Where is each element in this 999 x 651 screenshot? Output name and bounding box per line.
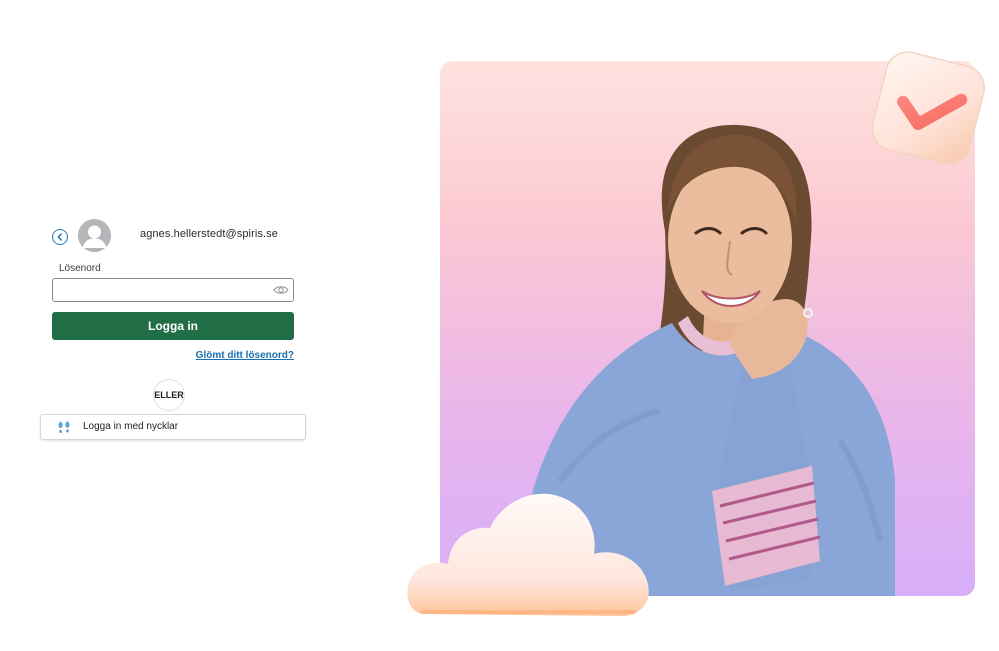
password-field-wrapper — [52, 278, 294, 302]
or-divider: ELLER — [153, 379, 185, 411]
user-email: agnes.hellerstedt@spiris.se — [140, 228, 278, 240]
login-page: agnes.hellerstedt@spiris.se Lösenord Log… — [0, 0, 999, 651]
password-input[interactable] — [53, 279, 281, 301]
cloud-icon — [407, 493, 649, 616]
eye-icon[interactable] — [273, 283, 289, 297]
login-button[interactable]: Logga in — [52, 312, 294, 340]
password-label: Lösenord — [59, 263, 101, 274]
passkey-login-button[interactable]: Logga in med nycklar — [40, 414, 306, 440]
footprints-icon — [58, 421, 70, 433]
checkmark-badge-icon — [871, 51, 985, 165]
chevron-left-icon — [57, 233, 62, 241]
forgot-password-link[interactable]: Glömt ditt lösenord? — [196, 350, 294, 361]
passkey-login-label: Logga in med nycklar — [83, 421, 179, 432]
back-button[interactable] — [52, 229, 68, 245]
user-avatar-icon — [78, 219, 111, 252]
or-divider-label: ELLER — [154, 390, 184, 400]
